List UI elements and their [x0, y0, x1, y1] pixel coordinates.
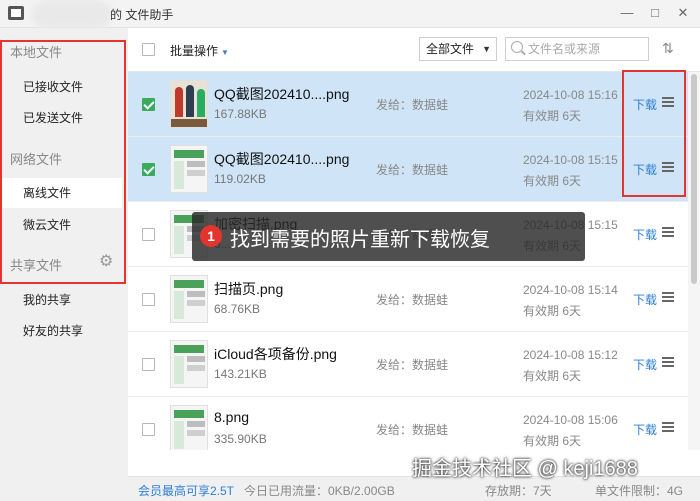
sidebar-section-shared: 共享文件: [10, 258, 63, 273]
screenshot-icon: [170, 145, 208, 193]
window-title: 的 文件助手: [110, 8, 174, 22]
download-button[interactable]: 下载: [633, 96, 657, 113]
download-button[interactable]: 下载: [633, 356, 657, 373]
sidebar-section-network: 网络文件: [10, 152, 63, 167]
more-menu-icon[interactable]: [662, 97, 674, 107]
search-box: [505, 37, 649, 61]
file-date: 2024-10-08 15:06: [523, 413, 618, 427]
toolbar: 批量操作▼ 全部文件 ▼ ⇅: [128, 28, 700, 72]
sidebar-item-label: 已发送文件: [23, 111, 84, 125]
file-row[interactable]: QQ截图202410....png 167.88KB 发给：数据蛙 2024-10-0…: [128, 72, 688, 137]
file-name[interactable]: 8.png: [214, 409, 249, 425]
file-sender: 发给：数据蛙: [376, 163, 449, 177]
caret-down-icon: ▼: [221, 48, 229, 57]
file-date: 2024-10-08 15:14: [523, 283, 618, 297]
storage-period: 存放期：7天: [485, 484, 552, 498]
sidebar-item-my-share[interactable]: 我的共享: [0, 285, 122, 315]
file-row[interactable]: iCloud各项备份.png 143.21KB 发给：数据蛙 2024-10-08 1…: [128, 332, 688, 397]
sidebar: 本地文件 已接收文件 已发送文件 网络文件 离线文件 微云文件 共享文件 ⚙ 我…: [0, 28, 128, 501]
close-icon[interactable]: ✕: [674, 4, 692, 22]
sidebar-item-received[interactable]: 已接收文件: [0, 72, 122, 102]
file-size-limit: 单文件限制：4G: [595, 484, 684, 498]
sort-icon[interactable]: ⇅: [662, 40, 674, 57]
more-menu-icon[interactable]: [662, 227, 674, 237]
caret-down-icon: ▼: [482, 44, 491, 54]
blurred-username: [32, 0, 112, 28]
select-all-checkbox[interactable]: [142, 43, 155, 56]
file-checkbox[interactable]: [142, 228, 155, 241]
file-name[interactable]: 扫描页.png: [214, 279, 283, 299]
sidebar-item-offline[interactable]: 离线文件: [0, 178, 122, 208]
sidebar-item-label: 好友的共享: [23, 324, 84, 338]
search-icon: [511, 41, 523, 53]
step-number-badge: 1: [200, 225, 222, 247]
batch-operations-label: 批量操作: [170, 44, 219, 58]
sidebar-item-label: 已接收文件: [23, 80, 84, 94]
file-list: QQ截图202410....png 167.88KB 发给：数据蛙 2024-10-0…: [128, 72, 688, 450]
file-expiry: 有效期 6天: [523, 304, 582, 318]
file-expiry: 有效期 6天: [523, 109, 582, 123]
photo-icon: [170, 80, 208, 128]
scrollbar-thumb[interactable]: [691, 74, 697, 284]
file-name[interactable]: QQ截图202410....png: [214, 149, 349, 169]
vip-link[interactable]: 会员最高可享2.5T: [138, 482, 234, 499]
file-type-value: 全部文件: [426, 42, 475, 56]
sidebar-item-label: 微云文件: [23, 218, 72, 232]
file-sender: 发给：数据蛙: [376, 358, 449, 372]
file-type-select[interactable]: 全部文件 ▼: [419, 37, 497, 61]
file-size: 335.90KB: [214, 432, 267, 446]
screenshot-icon: [170, 275, 208, 323]
minimize-icon[interactable]: —: [618, 4, 636, 22]
search-input[interactable]: [528, 40, 646, 58]
sidebar-item-sent[interactable]: 已发送文件: [0, 103, 122, 133]
file-row[interactable]: QQ截图202410....png 119.02KB 发给：数据蛙 2024-10-0…: [128, 137, 688, 202]
file-expiry: 有效期 6天: [523, 434, 582, 448]
title-bar: 的 文件助手 — □ ✕: [0, 0, 700, 28]
file-size: 119.02KB: [214, 172, 266, 186]
file-checkbox[interactable]: [142, 163, 155, 176]
file-size: 167.88KB: [214, 107, 267, 121]
file-checkbox[interactable]: [142, 98, 155, 111]
file-expiry: 有效期 6天: [523, 174, 582, 188]
sidebar-section-local: 本地文件: [10, 45, 63, 60]
file-checkbox[interactable]: [142, 358, 155, 371]
screenshot-icon: [170, 340, 208, 388]
download-button[interactable]: 下载: [633, 291, 657, 308]
sidebar-item-label: 我的共享: [23, 293, 72, 307]
file-date: 2024-10-08 15:12: [523, 348, 618, 362]
file-expiry: 有效期 6天: [523, 369, 582, 383]
instruction-text: 找到需要的照片重新下载恢复: [230, 229, 490, 251]
batch-operations-button[interactable]: 批量操作 ▼: [170, 42, 229, 59]
sidebar-item-friend-share[interactable]: 好友的共享: [0, 316, 122, 346]
maximize-icon[interactable]: □: [646, 4, 664, 22]
screenshot-icon: [170, 405, 208, 450]
file-row[interactable]: 扫描页.png 68.76KB 发给：数据蛙 2024-10-08 15:14 有效期 …: [128, 267, 688, 332]
folder-icon: [8, 6, 24, 20]
file-sender: 发给：数据蛙: [376, 293, 449, 307]
file-checkbox[interactable]: [142, 423, 155, 436]
sidebar-item-weiyun[interactable]: 微云文件: [0, 210, 122, 240]
more-menu-icon[interactable]: [662, 357, 674, 367]
more-menu-icon[interactable]: [662, 162, 674, 172]
file-date: 2024-10-08 15:15: [523, 153, 618, 167]
file-row[interactable]: 8.png 335.90KB 发给：数据蛙 2024-10-08 15:06 有效期 6…: [128, 397, 688, 450]
instruction-overlay: 1 找到需要的照片重新下载恢复: [192, 212, 585, 261]
file-sender: 发给：数据蛙: [376, 98, 449, 112]
sidebar-item-label: 离线文件: [23, 186, 72, 200]
file-size: 143.21KB: [214, 367, 267, 381]
file-name[interactable]: iCloud各项备份.png: [214, 344, 337, 364]
watermark: 掘金技术社区 @ keji1688: [412, 458, 638, 480]
file-size: 68.76KB: [214, 302, 261, 316]
file-name[interactable]: QQ截图202410....png: [214, 84, 349, 104]
traffic-usage: 今日已用流量：0KB/2.00GB: [244, 484, 395, 498]
file-date: 2024-10-08 15:16: [523, 88, 618, 102]
more-menu-icon[interactable]: [662, 422, 674, 432]
gear-icon[interactable]: ⚙: [99, 254, 115, 270]
file-checkbox[interactable]: [142, 293, 155, 306]
download-button[interactable]: 下载: [633, 421, 657, 438]
download-button[interactable]: 下载: [633, 226, 657, 243]
more-menu-icon[interactable]: [662, 292, 674, 302]
download-button[interactable]: 下载: [633, 161, 657, 178]
file-sender: 发给：数据蛙: [376, 423, 449, 437]
